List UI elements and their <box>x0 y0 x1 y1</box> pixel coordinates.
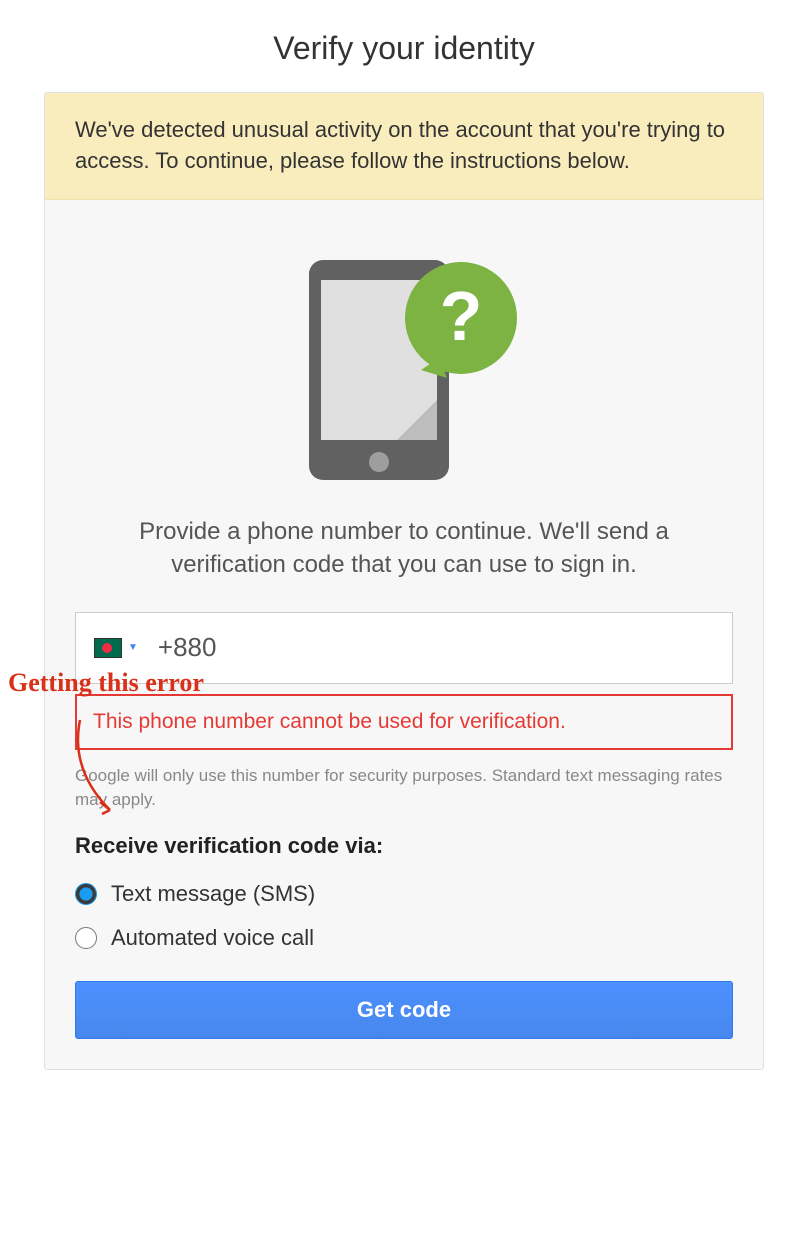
country-flag-icon[interactable] <box>94 638 122 658</box>
alert-banner: We've detected unusual activity on the a… <box>45 93 763 200</box>
error-message-box: This phone number cannot be used for ver… <box>75 694 733 750</box>
receive-code-label: Receive verification code via: <box>75 833 733 859</box>
page-title: Verify your identity <box>0 0 808 92</box>
get-code-button[interactable]: Get code <box>75 981 733 1039</box>
svg-text:?: ? <box>440 277 483 355</box>
error-text: This phone number cannot be used for ver… <box>93 710 715 734</box>
card-body: ? Provide a phone number to continue. We… <box>45 200 763 1070</box>
chevron-down-icon[interactable]: ▼ <box>128 642 138 653</box>
instructions-text: Provide a phone number to continue. We'l… <box>75 515 733 612</box>
phone-number-input[interactable] <box>158 632 714 663</box>
annotation-label: Getting this error <box>8 668 204 698</box>
sms-label: Text message (SMS) <box>111 881 315 907</box>
radio-option-voice[interactable]: Automated voice call <box>75 925 733 951</box>
voice-radio[interactable] <box>75 927 97 949</box>
annotation-arrow-icon <box>60 710 140 835</box>
radio-option-sms[interactable]: Text message (SMS) <box>75 881 733 907</box>
disclaimer-text: Google will only use this number for sec… <box>75 764 733 812</box>
voice-label: Automated voice call <box>111 925 314 951</box>
phone-question-icon: ? <box>289 240 519 485</box>
verification-card: We've detected unusual activity on the a… <box>44 92 764 1070</box>
illustration-container: ? <box>75 200 733 515</box>
sms-radio[interactable] <box>75 883 97 905</box>
